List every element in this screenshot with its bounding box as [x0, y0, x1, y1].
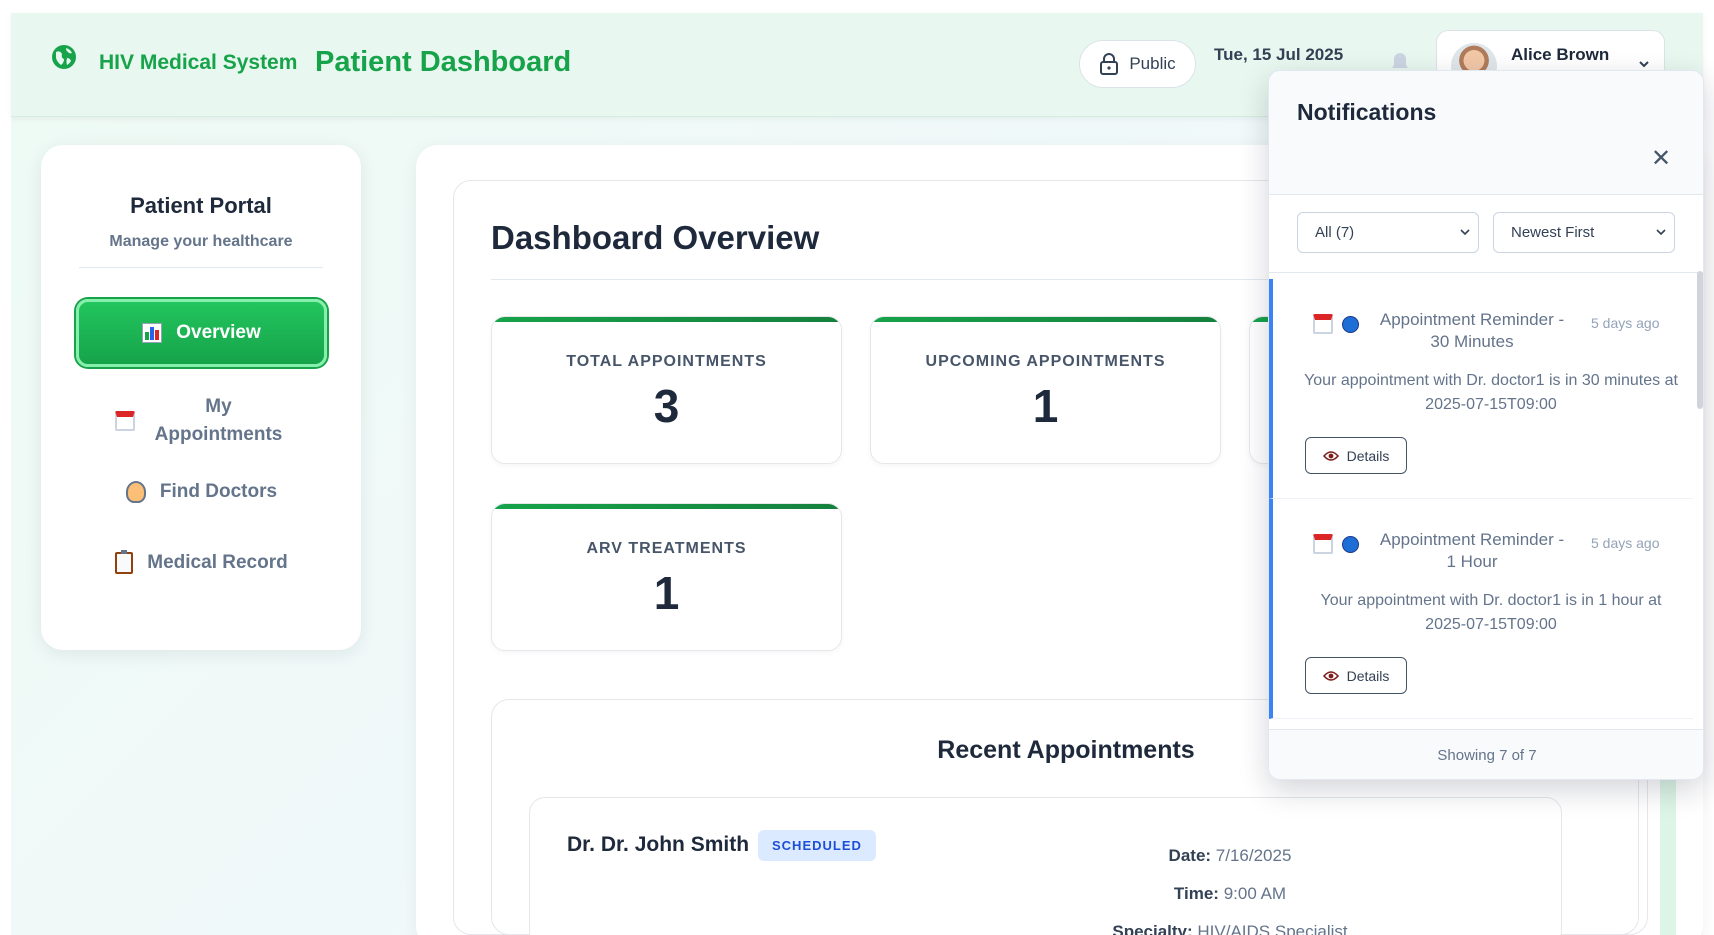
notifications-header: Notifications ✕ — [1269, 71, 1703, 195]
notification-time: 5 days ago — [1591, 315, 1660, 331]
chevron-down-icon — [1656, 229, 1666, 236]
sidebar-item-label: Medical Record — [147, 552, 288, 573]
sidebar-item-medical-record[interactable]: Medical Record — [76, 549, 327, 577]
notifications-scrollbar[interactable] — [1697, 271, 1703, 409]
calendar-icon — [1313, 314, 1333, 334]
globe-icon — [52, 45, 76, 69]
filters-divider — [1269, 272, 1703, 273]
unread-dot-icon — [1342, 536, 1359, 553]
appointment-time: Time: 9:00 AM — [1173, 884, 1287, 903]
sidebar-item-label: Overview — [176, 322, 261, 343]
details-button[interactable]: Details — [1305, 437, 1407, 474]
details-button-label: Details — [1346, 667, 1390, 684]
stat-value: 1 — [653, 567, 680, 619]
notification-sort-select[interactable]: Newest First — [1493, 212, 1675, 253]
notification-filter-select[interactable]: All (7) — [1297, 212, 1479, 253]
notifications-footer: Showing 7 of 7 — [1269, 729, 1703, 779]
bar-chart-icon — [142, 323, 163, 343]
notifications-panel: Notifications ✕ All (7) Newest First App… — [1268, 70, 1704, 780]
close-icon[interactable]: ✕ — [1649, 147, 1673, 171]
appointment-date: Date: 7/16/2025 — [1168, 846, 1292, 865]
user-name: Alice Brown — [1511, 45, 1610, 64]
appointment-specialty: Specialty: HIV/AIDS Specialist — [1112, 922, 1348, 935]
chevron-down-icon — [1460, 229, 1470, 236]
sidebar-item-overview[interactable]: Overview — [76, 299, 327, 367]
sidebar: Patient Portal Manage your healthcare Ov… — [41, 145, 361, 650]
appointment-doctor: Dr. Dr. John Smith — [567, 833, 750, 856]
notification-message: Your appointment with Dr. doctor1 is in … — [1320, 592, 1662, 633]
sidebar-subtitle: Manage your healthcare — [109, 233, 293, 250]
chevron-down-icon — [1639, 61, 1649, 68]
details-button[interactable]: Details — [1305, 657, 1407, 694]
stat-label: TOTAL APPOINTMENTS — [566, 353, 767, 370]
appointment-card[interactable]: Dr. Dr. John Smith SCHEDULED Date: 7/16/… — [529, 797, 1562, 935]
calendar-icon — [114, 411, 135, 431]
notifications-title: Notifications — [1297, 99, 1437, 125]
sidebar-item-appointments[interactable]: My Appointments — [76, 393, 327, 449]
notification-title: Appointment Reminder - 1 Hour — [1379, 530, 1565, 571]
notification-item[interactable]: Appointment Reminder - 1 Hour 5 days ago… — [1269, 499, 1693, 719]
lock-icon — [1100, 53, 1119, 75]
notification-item[interactable]: Appointment Reminder - 30 Minutes 5 days… — [1269, 279, 1693, 499]
stat-label: UPCOMING APPOINTMENTS — [925, 353, 1166, 370]
sidebar-item-label: Find Doctors — [159, 481, 278, 502]
stat-value: 1 — [1032, 380, 1059, 432]
stat-card-arv-treatments: ARV TREATMENTS 1 — [491, 503, 842, 651]
sidebar-item-find-doctors[interactable]: Find Doctors — [76, 478, 327, 506]
details-button-label: Details — [1346, 447, 1390, 464]
sidebar-divider — [79, 267, 323, 268]
sidebar-item-label: My Appointments — [154, 396, 283, 445]
notification-title: Appointment Reminder - 30 Minutes — [1379, 310, 1565, 351]
visibility-button[interactable]: Public — [1079, 40, 1196, 88]
dashboard-title: Dashboard Overview — [491, 219, 820, 256]
eye-icon — [1322, 450, 1339, 461]
notification-message: Your appointment with Dr. doctor1 is in … — [1304, 372, 1678, 413]
current-date: Tue, 15 Jul 2025 — [1214, 45, 1344, 64]
stat-label: ARV TREATMENTS — [586, 540, 747, 557]
visibility-label: Public — [1129, 54, 1176, 73]
sidebar-title: Patient Portal — [130, 193, 272, 218]
stat-value: 3 — [653, 380, 680, 432]
status-badge: SCHEDULED — [758, 830, 876, 861]
calendar-icon — [1313, 534, 1333, 554]
eye-icon — [1322, 670, 1339, 681]
page-title: Patient Dashboard — [315, 46, 572, 78]
stat-card-total-appointments: TOTAL APPOINTMENTS 3 — [491, 316, 842, 464]
notification-time: 5 days ago — [1591, 535, 1660, 551]
sort-selected: Newest First — [1511, 224, 1595, 241]
clipboard-icon — [115, 550, 134, 574]
doctor-icon — [125, 481, 146, 503]
brand-name[interactable]: HIV Medical System — [99, 51, 297, 75]
stat-card-upcoming-appointments: UPCOMING APPOINTMENTS 1 — [870, 316, 1221, 464]
unread-dot-icon — [1342, 316, 1359, 333]
filter-selected: All (7) — [1315, 224, 1355, 241]
